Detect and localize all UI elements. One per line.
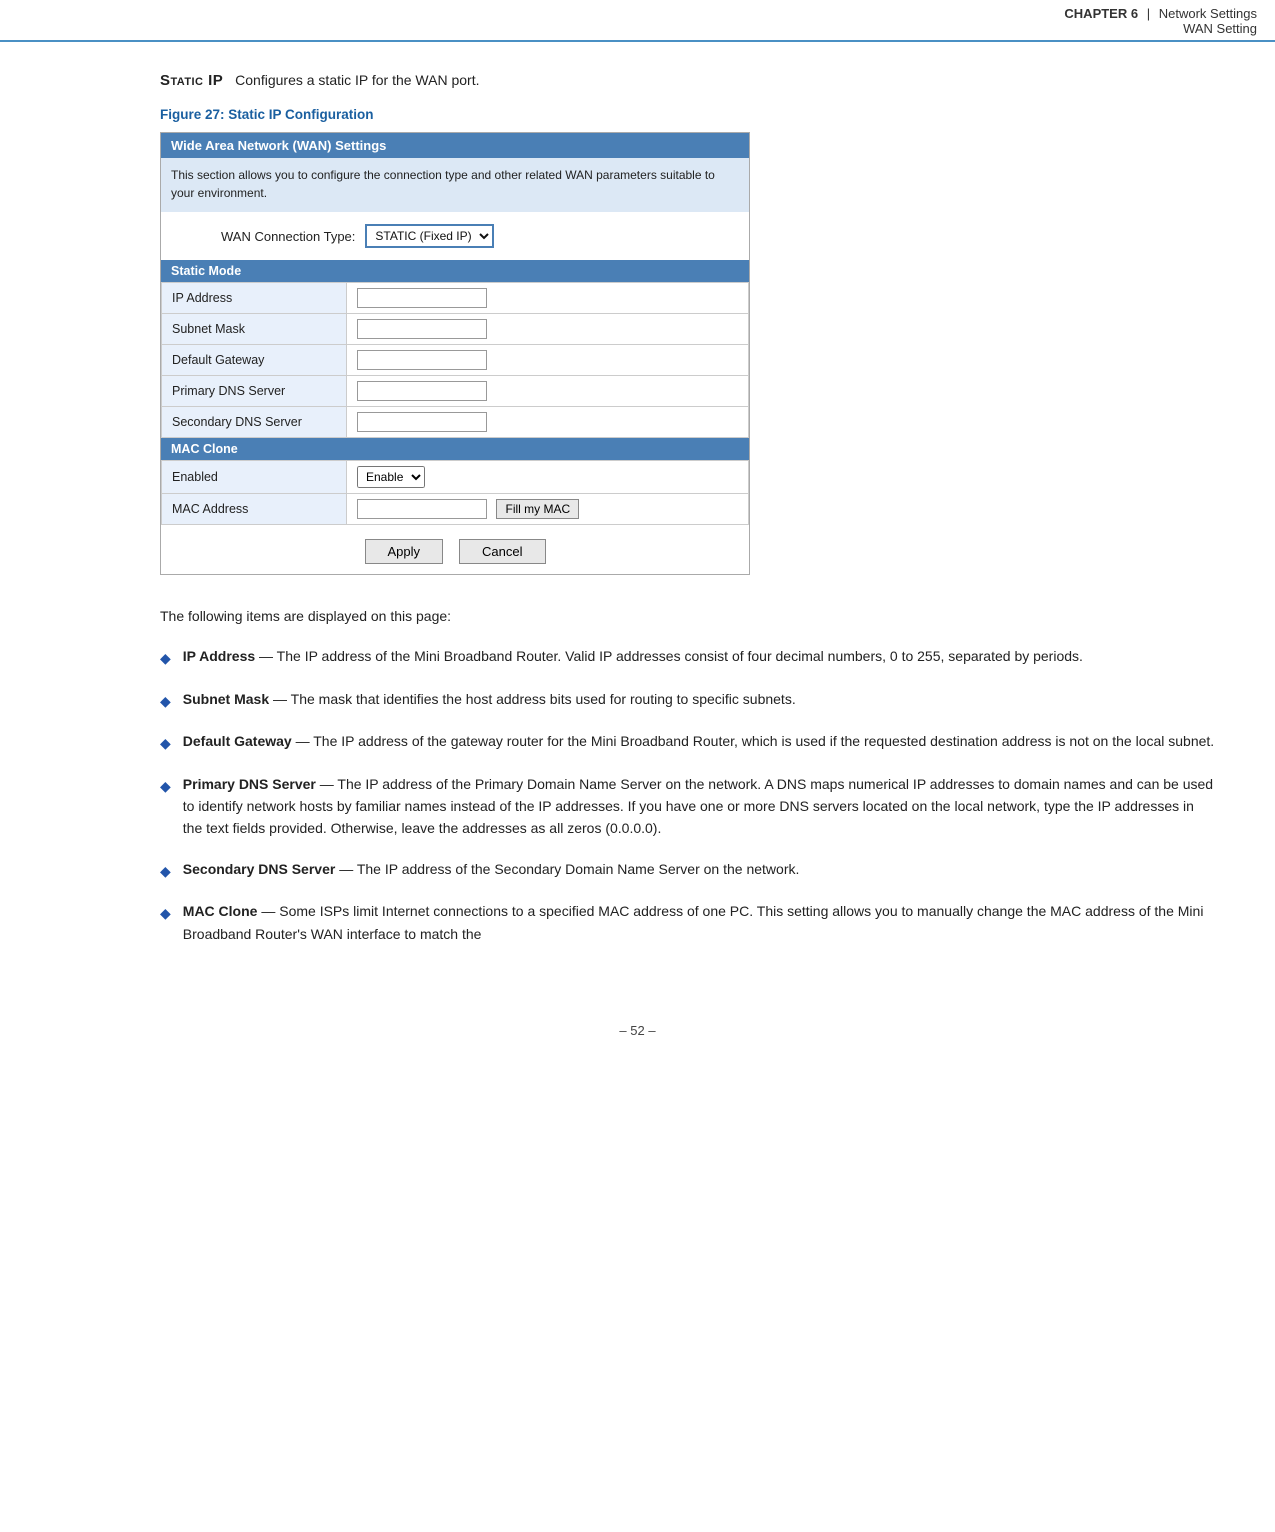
wan-settings-box: Wide Area Network (WAN) Settings This se… xyxy=(160,132,750,575)
page-footer: – 52 – xyxy=(0,1003,1275,1048)
enabled-select[interactable]: Enable xyxy=(357,466,425,488)
list-item: ◆ Subnet Mask — The mask that identifies… xyxy=(160,688,1215,712)
ip-address-label: IP Address xyxy=(162,283,347,314)
subnet-mask-label: Subnet Mask xyxy=(162,314,347,345)
cancel-button[interactable]: Cancel xyxy=(459,539,545,564)
table-row: MAC Address Fill my MAC xyxy=(162,494,749,525)
secondary-dns-input[interactable] xyxy=(357,412,487,432)
bullet-icon: ◆ xyxy=(160,902,171,924)
secondary-dns-cell xyxy=(347,407,749,438)
mac-address-label: MAC Address xyxy=(162,494,347,525)
bullet-text-default-gateway: Default Gateway — The IP address of the … xyxy=(183,730,1214,752)
bullet-text-subnet-mask: Subnet Mask — The mask that identifies t… xyxy=(183,688,796,710)
static-ip-row: Static IP Configures a static IP for the… xyxy=(160,72,1215,89)
primary-dns-label: Primary DNS Server xyxy=(162,376,347,407)
bullet-text-secondary-dns: Secondary DNS Server — The IP address of… xyxy=(183,858,800,880)
mac-address-input[interactable] xyxy=(357,499,487,519)
static-ip-label: Static IP xyxy=(160,72,223,89)
bullet-icon: ◆ xyxy=(160,860,171,882)
bullet-icon: ◆ xyxy=(160,775,171,797)
mac-address-cell: Fill my MAC xyxy=(347,494,749,525)
bullet-list: ◆ IP Address — The IP address of the Min… xyxy=(160,645,1215,945)
secondary-dns-label: Secondary DNS Server xyxy=(162,407,347,438)
wan-connection-type-row: WAN Connection Type: STATIC (Fixed IP) xyxy=(161,212,749,260)
static-mode-table: IP Address Subnet Mask Default Gateway P… xyxy=(161,282,749,438)
fill-my-mac-button[interactable]: Fill my MAC xyxy=(496,499,579,519)
wan-connection-type-label: WAN Connection Type: xyxy=(221,229,355,244)
wan-box-description: This section allows you to configure the… xyxy=(161,158,749,212)
primary-dns-input[interactable] xyxy=(357,381,487,401)
bullet-term-secondary-dns: Secondary DNS Server xyxy=(183,861,336,877)
apply-button[interactable]: Apply xyxy=(365,539,444,564)
static-mode-section-header: Static Mode xyxy=(161,260,749,282)
desc-intro: The following items are displayed on thi… xyxy=(160,605,1215,627)
wan-box-header: Wide Area Network (WAN) Settings xyxy=(161,133,749,158)
action-row: Apply Cancel xyxy=(161,525,749,574)
chapter-label: CHAPTER 6 xyxy=(1064,6,1138,21)
enabled-label: Enabled xyxy=(162,461,347,494)
subnet-mask-input[interactable] xyxy=(357,319,487,339)
header-title: Network Settings xyxy=(1159,6,1257,21)
main-content: Static IP Configures a static IP for the… xyxy=(0,42,1275,1003)
bullet-text-ip-address: IP Address — The IP address of the Mini … xyxy=(183,645,1083,667)
list-item: ◆ IP Address — The IP address of the Min… xyxy=(160,645,1215,669)
header-subtitle: WAN Setting xyxy=(1183,21,1257,36)
default-gateway-cell xyxy=(347,345,749,376)
list-item: ◆ MAC Clone — Some ISPs limit Internet c… xyxy=(160,900,1215,945)
list-item: ◆ Default Gateway — The IP address of th… xyxy=(160,730,1215,754)
default-gateway-input[interactable] xyxy=(357,350,487,370)
figure-title: Figure 27: Static IP Configuration xyxy=(160,107,1215,122)
bullet-term-primary-dns: Primary DNS Server xyxy=(183,776,316,792)
list-item: ◆ Primary DNS Server — The IP address of… xyxy=(160,773,1215,840)
table-row: IP Address xyxy=(162,283,749,314)
subnet-mask-cell xyxy=(347,314,749,345)
table-row: Default Gateway xyxy=(162,345,749,376)
bullet-term-subnet-mask: Subnet Mask xyxy=(183,691,269,707)
table-row: Subnet Mask xyxy=(162,314,749,345)
bullet-term-mac-clone: MAC Clone xyxy=(183,903,258,919)
footer-text: – 52 – xyxy=(619,1023,655,1038)
header-divider: | xyxy=(1147,6,1150,21)
bullet-term-ip-address: IP Address xyxy=(183,648,255,664)
wan-type-select-wrapper: STATIC (Fixed IP) xyxy=(365,224,494,248)
page-header: CHAPTER 6 | Network Settings WAN Setting xyxy=(0,0,1275,42)
primary-dns-cell xyxy=(347,376,749,407)
table-row: Enabled Enable xyxy=(162,461,749,494)
bullet-text-primary-dns: Primary DNS Server — The IP address of t… xyxy=(183,773,1215,840)
mac-clone-table: Enabled Enable MAC Address Fill my MAC xyxy=(161,460,749,525)
enabled-cell: Enable xyxy=(347,461,749,494)
bullet-icon: ◆ xyxy=(160,647,171,669)
mac-clone-section-header: MAC Clone xyxy=(161,438,749,460)
ip-address-cell xyxy=(347,283,749,314)
static-ip-desc: Configures a static IP for the WAN port. xyxy=(235,72,479,88)
default-gateway-label: Default Gateway xyxy=(162,345,347,376)
bullet-term-default-gateway: Default Gateway xyxy=(183,733,292,749)
list-item: ◆ Secondary DNS Server — The IP address … xyxy=(160,858,1215,882)
header-right: CHAPTER 6 | Network Settings WAN Setting xyxy=(1064,6,1257,36)
table-row: Secondary DNS Server xyxy=(162,407,749,438)
bullet-text-mac-clone: MAC Clone — Some ISPs limit Internet con… xyxy=(183,900,1215,945)
wan-connection-type-select[interactable]: STATIC (Fixed IP) xyxy=(365,224,494,248)
bullet-icon: ◆ xyxy=(160,732,171,754)
table-row: Primary DNS Server xyxy=(162,376,749,407)
bullet-icon: ◆ xyxy=(160,690,171,712)
ip-address-input[interactable] xyxy=(357,288,487,308)
